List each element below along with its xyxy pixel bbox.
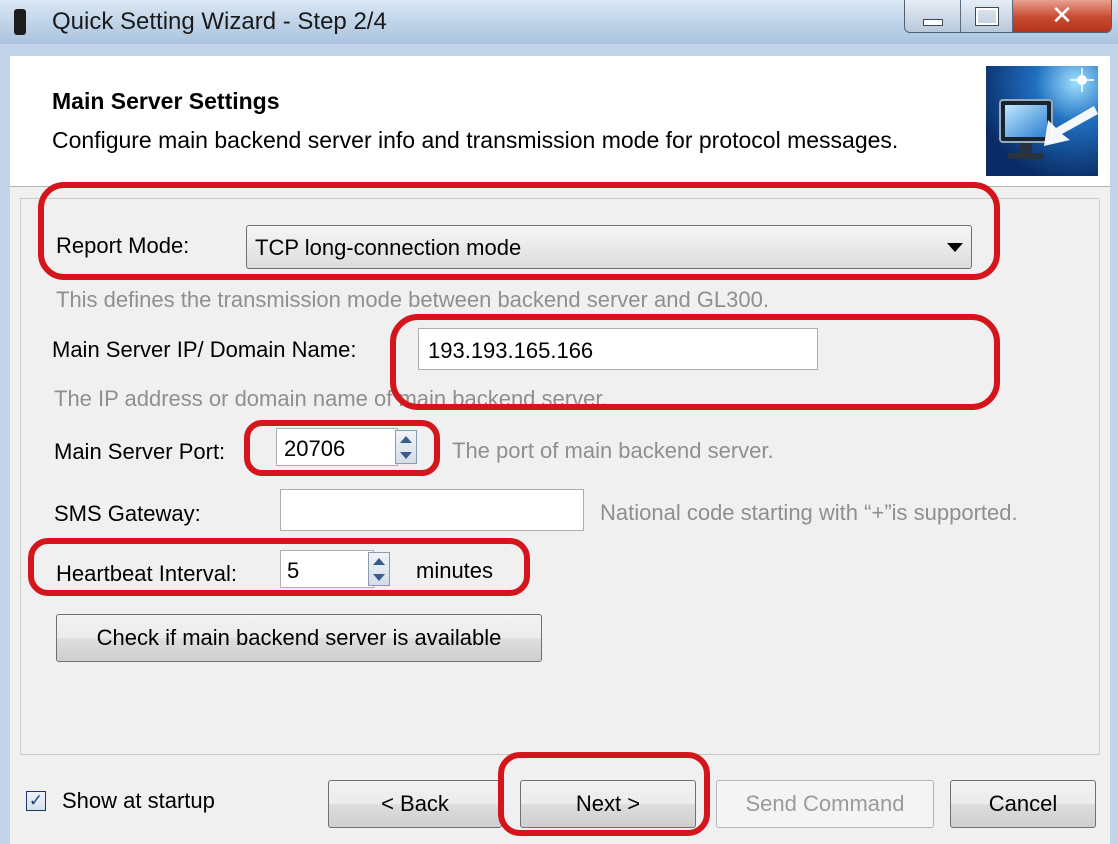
- highlight-next-button: [498, 752, 710, 836]
- cancel-button[interactable]: Cancel: [950, 780, 1096, 828]
- show-at-startup-label: Show at startup: [62, 788, 215, 813]
- maximize-button[interactable]: [961, 0, 1013, 32]
- sms-gateway-hint: National code starting with “+”is suppor…: [600, 500, 1018, 525]
- server-port-label: Main Server Port:: [54, 439, 226, 464]
- report-mode-hint: This defines the transmission mode betwe…: [56, 287, 769, 312]
- close-icon: ✕: [1051, 1, 1073, 31]
- minimize-button[interactable]: [905, 0, 961, 32]
- server-ip-label: Main Server IP/ Domain Name:: [52, 337, 357, 362]
- settings-panel: [20, 198, 1100, 755]
- highlight-server-ip: [390, 314, 1000, 410]
- app-icon: [14, 9, 26, 35]
- title-bar: Quick Setting Wizard - Step 2/4 ✕: [0, 0, 1118, 44]
- page-title: Main Server Settings: [52, 88, 280, 114]
- send-command-button: Send Command: [716, 780, 934, 828]
- highlight-server-port: [244, 420, 440, 476]
- maximize-icon: [974, 6, 999, 26]
- close-button[interactable]: ✕: [1013, 0, 1111, 32]
- highlight-heartbeat: [28, 538, 530, 596]
- page-subtitle: Configure main backend server info and t…: [52, 127, 899, 153]
- show-at-startup-checkbox[interactable]: ✓: [26, 791, 46, 811]
- server-port-hint: The port of main backend server.: [452, 438, 774, 463]
- check-server-button[interactable]: Check if main backend server is availabl…: [56, 614, 542, 662]
- minimize-icon: [922, 18, 943, 26]
- window-title: Quick Setting Wizard - Step 2/4: [52, 8, 387, 35]
- back-button[interactable]: < Back: [328, 780, 502, 828]
- monitor-network-icon: [986, 66, 1098, 176]
- sms-gateway-label: SMS Gateway:: [54, 501, 201, 526]
- wizard-header: [10, 56, 1110, 187]
- caption-buttons: ✕: [904, 0, 1112, 33]
- checkmark-icon: ✓: [28, 791, 44, 811]
- sms-gateway-input[interactable]: [280, 489, 584, 531]
- highlight-report-mode: [38, 182, 1000, 280]
